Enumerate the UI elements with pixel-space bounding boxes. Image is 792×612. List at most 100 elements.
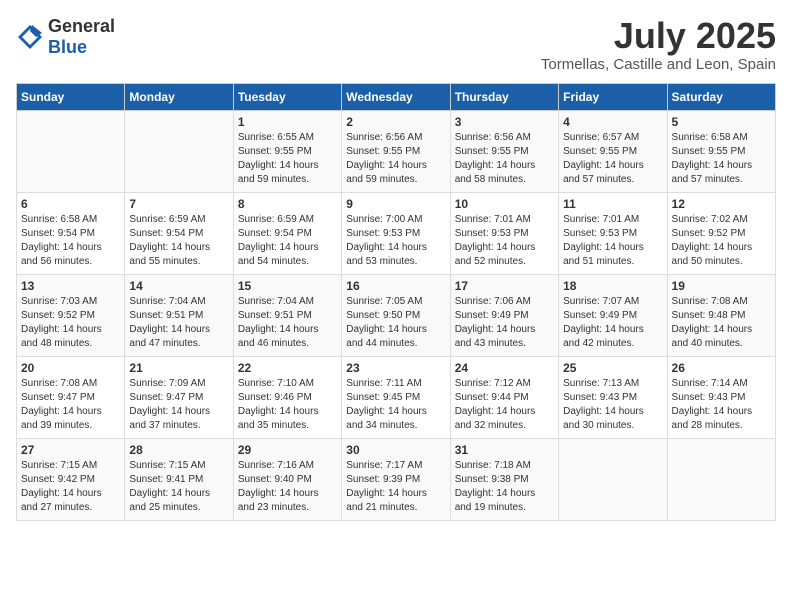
calendar-cell: 24 Sunrise: 7:12 AMSunset: 9:44 PMDayligh… (450, 356, 558, 438)
cell-sunrise: Sunrise: 7:17 AMSunset: 9:39 PMDaylight:… (346, 460, 427, 513)
day-number: 26 (672, 361, 771, 375)
calendar-cell (125, 110, 233, 192)
cell-sunrise: Sunrise: 7:15 AMSunset: 9:42 PMDaylight:… (21, 460, 102, 513)
day-number: 13 (21, 279, 120, 293)
calendar-cell: 22Sunrise: 7:10 AMSunset: 9:46 PMDayligh… (233, 356, 341, 438)
cell-sunrise: Sunrise: 7:16 AMSunset: 9:40 PMDaylight:… (238, 460, 319, 513)
day-number: 20 (21, 361, 120, 375)
cell-sunrise: Sunrise: 7:04 AMSunset: 9:51 PMDaylight:… (238, 296, 319, 349)
calendar-cell (559, 438, 667, 520)
cell-sunrise: Sunrise: 6:55 AMSunset: 9:55 PMDaylight:… (238, 132, 319, 185)
cell-sunrise: Sunrise: 7:03 AMSunset: 9:52 PMDaylight:… (21, 296, 102, 349)
day-number: 3 (455, 115, 554, 129)
cell-sunrise: Sunrise: 7:01 AMSunset: 9:53 PMDaylight:… (563, 214, 644, 267)
calendar-cell: 8Sunrise: 6:59 AMSunset: 9:54 PMDaylight… (233, 192, 341, 274)
cell-sunrise: Sunrise: 6:58 AMSunset: 9:54 PMDaylight:… (21, 214, 102, 267)
cell-sunrise: Sunrise: 6:58 AMSunset: 9:55 PMDaylight:… (672, 132, 753, 185)
header-thursday: Thursday (450, 83, 558, 110)
day-number: 1 (238, 115, 337, 129)
calendar-cell: 28Sunrise: 7:15 AMSunset: 9:41 PMDayligh… (125, 438, 233, 520)
day-number: 12 (672, 197, 771, 211)
header-tuesday: Tuesday (233, 83, 341, 110)
calendar-cell: 26 Sunrise: 7:14 AMSunset: 9:43 PMDayligh… (667, 356, 775, 438)
cell-sunrise: Sunrise: 6:56 AMSunset: 9:55 PMDaylight:… (346, 132, 427, 185)
calendar-cell: 18Sunrise: 7:07 AMSunset: 9:49 PMDayligh… (559, 274, 667, 356)
day-number: 4 (563, 115, 662, 129)
calendar-cell: 1 Sunrise: 6:55 AMSunset: 9:55 PMDaylight… (233, 110, 341, 192)
day-number: 23 (346, 361, 445, 375)
page-header: General Blue July 2025 Tormellas, Castil… (16, 16, 776, 73)
cell-sunrise: Sunrise: 6:56 AMSunset: 9:55 PMDaylight:… (455, 132, 536, 185)
cell-sunrise: Sunrise: 7:11 AMSunset: 9:45 PMDaylight:… (346, 378, 427, 431)
calendar-cell: 13 Sunrise: 7:03 AMSunset: 9:52 PMDayligh… (17, 274, 125, 356)
day-number: 7 (129, 197, 228, 211)
cell-sunrise: Sunrise: 7:05 AMSunset: 9:50 PMDaylight:… (346, 296, 427, 349)
calendar-cell: 7 Sunrise: 6:59 AMSunset: 9:54 PMDaylight… (125, 192, 233, 274)
day-number: 2 (346, 115, 445, 129)
cell-sunrise: Sunrise: 7:13 AMSunset: 9:43 PMDaylight:… (563, 378, 644, 431)
calendar-cell: 2 Sunrise: 6:56 AMSunset: 9:55 PMDaylight… (342, 110, 450, 192)
day-number: 19 (672, 279, 771, 293)
calendar-cell: 12Sunrise: 7:02 AMSunset: 9:52 PMDayligh… (667, 192, 775, 274)
calendar-cell: 21 Sunrise: 7:09 AMSunset: 9:47 PMDayligh… (125, 356, 233, 438)
calendar-cell (17, 110, 125, 192)
calendar-table: SundayMondayTuesdayWednesdayThursdayFrid… (16, 83, 776, 521)
day-number: 10 (455, 197, 554, 211)
calendar-cell: 25 Sunrise: 7:13 AMSunset: 9:43 PMDayligh… (559, 356, 667, 438)
day-number: 25 (563, 361, 662, 375)
day-number: 16 (346, 279, 445, 293)
calendar-cell: 10 Sunrise: 7:01 AMSunset: 9:53 PMDayligh… (450, 192, 558, 274)
logo-icon (16, 23, 44, 51)
cell-sunrise: Sunrise: 7:01 AMSunset: 9:53 PMDaylight:… (455, 214, 536, 267)
calendar-cell: 4 Sunrise: 6:57 AMSunset: 9:55 PMDaylight… (559, 110, 667, 192)
header-friday: Friday (559, 83, 667, 110)
day-number: 29 (238, 443, 337, 457)
calendar-week-4: 27 Sunrise: 7:15 AMSunset: 9:42 PMDayligh… (17, 438, 776, 520)
calendar-cell (667, 438, 775, 520)
logo-text: General Blue (48, 16, 115, 58)
day-number: 14 (129, 279, 228, 293)
cell-sunrise: Sunrise: 7:18 AMSunset: 9:38 PMDaylight:… (455, 460, 536, 513)
cell-sunrise: Sunrise: 7:12 AMSunset: 9:44 PMDaylight:… (455, 378, 536, 431)
calendar-cell: 16 Sunrise: 7:05 AMSunset: 9:50 PMDayligh… (342, 274, 450, 356)
day-number: 22 (238, 361, 337, 375)
calendar-cell: 23 Sunrise: 7:11 AMSunset: 9:45 PMDayligh… (342, 356, 450, 438)
day-number: 28 (129, 443, 228, 457)
calendar-week-2: 13 Sunrise: 7:03 AMSunset: 9:52 PMDayligh… (17, 274, 776, 356)
calendar-cell: 11Sunrise: 7:01 AMSunset: 9:53 PMDayligh… (559, 192, 667, 274)
calendar-cell: 5 Sunrise: 6:58 AMSunset: 9:55 PMDaylight… (667, 110, 775, 192)
header-saturday: Saturday (667, 83, 775, 110)
calendar-cell: 31 Sunrise: 7:18 AMSunset: 9:38 PMDayligh… (450, 438, 558, 520)
header-wednesday: Wednesday (342, 83, 450, 110)
day-number: 17 (455, 279, 554, 293)
page-subtitle: Tormellas, Castille and Leon, Spain (541, 56, 776, 73)
day-number: 5 (672, 115, 771, 129)
calendar-cell: 20 Sunrise: 7:08 AMSunset: 9:47 PMDayligh… (17, 356, 125, 438)
cell-sunrise: Sunrise: 6:59 AMSunset: 9:54 PMDaylight:… (238, 214, 319, 267)
cell-sunrise: Sunrise: 6:57 AMSunset: 9:55 PMDaylight:… (563, 132, 644, 185)
calendar-cell: 15 Sunrise: 7:04 AMSunset: 9:51 PMDayligh… (233, 274, 341, 356)
calendar-cell: 3 Sunrise: 6:56 AMSunset: 9:55 PMDaylight… (450, 110, 558, 192)
title-area: July 2025 Tormellas, Castille and Leon, … (541, 16, 776, 73)
logo: General Blue (16, 16, 115, 58)
day-number: 9 (346, 197, 445, 211)
page-title: July 2025 (541, 16, 776, 56)
header-sunday: Sunday (17, 83, 125, 110)
cell-sunrise: Sunrise: 7:08 AMSunset: 9:47 PMDaylight:… (21, 378, 102, 431)
cell-sunrise: Sunrise: 7:08 AMSunset: 9:48 PMDaylight:… (672, 296, 753, 349)
cell-sunrise: Sunrise: 7:09 AMSunset: 9:47 PMDaylight:… (129, 378, 210, 431)
day-number: 15 (238, 279, 337, 293)
calendar-cell: 9Sunrise: 7:00 AMSunset: 9:53 PMDaylight… (342, 192, 450, 274)
day-number: 24 (455, 361, 554, 375)
day-number: 27 (21, 443, 120, 457)
cell-sunrise: Sunrise: 7:07 AMSunset: 9:49 PMDaylight:… (563, 296, 644, 349)
header-monday: Monday (125, 83, 233, 110)
cell-sunrise: Sunrise: 6:59 AMSunset: 9:54 PMDaylight:… (129, 214, 210, 267)
calendar-cell: 19 Sunrise: 7:08 AMSunset: 9:48 PMDayligh… (667, 274, 775, 356)
cell-sunrise: Sunrise: 7:06 AMSunset: 9:49 PMDaylight:… (455, 296, 536, 349)
day-number: 30 (346, 443, 445, 457)
day-number: 6 (21, 197, 120, 211)
day-number: 21 (129, 361, 228, 375)
cell-sunrise: Sunrise: 7:14 AMSunset: 9:43 PMDaylight:… (672, 378, 753, 431)
day-number: 31 (455, 443, 554, 457)
